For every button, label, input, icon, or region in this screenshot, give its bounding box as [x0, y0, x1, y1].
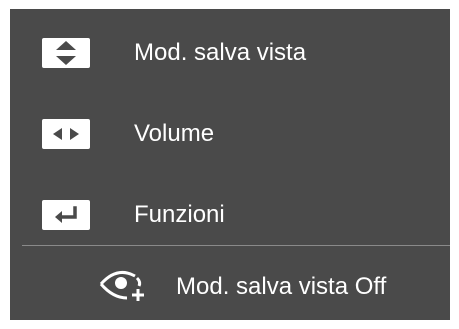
enter-return-icon[interactable] — [42, 200, 90, 230]
menu-item-label: Volume — [134, 120, 215, 147]
eye-saver-icon — [97, 268, 159, 304]
menu-item-eye-saver[interactable]: Mod. salva vista — [10, 24, 450, 84]
menu-item-functions[interactable]: Funzioni — [10, 186, 450, 246]
status-text: Mod. salva vista Off — [176, 273, 387, 300]
divider — [22, 245, 450, 246]
menu-item-volume[interactable]: Volume — [10, 105, 450, 165]
osd-panel: Mod. salva vista Volume Funzioni Mod. sa… — [10, 9, 450, 320]
menu-item-label: Mod. salva vista — [134, 39, 307, 66]
eye-saver-status: Mod. salva vista Off — [10, 266, 450, 306]
left-right-arrows-icon[interactable] — [42, 119, 90, 149]
menu-item-label: Funzioni — [134, 201, 225, 228]
up-down-arrows-icon[interactable] — [42, 38, 90, 68]
